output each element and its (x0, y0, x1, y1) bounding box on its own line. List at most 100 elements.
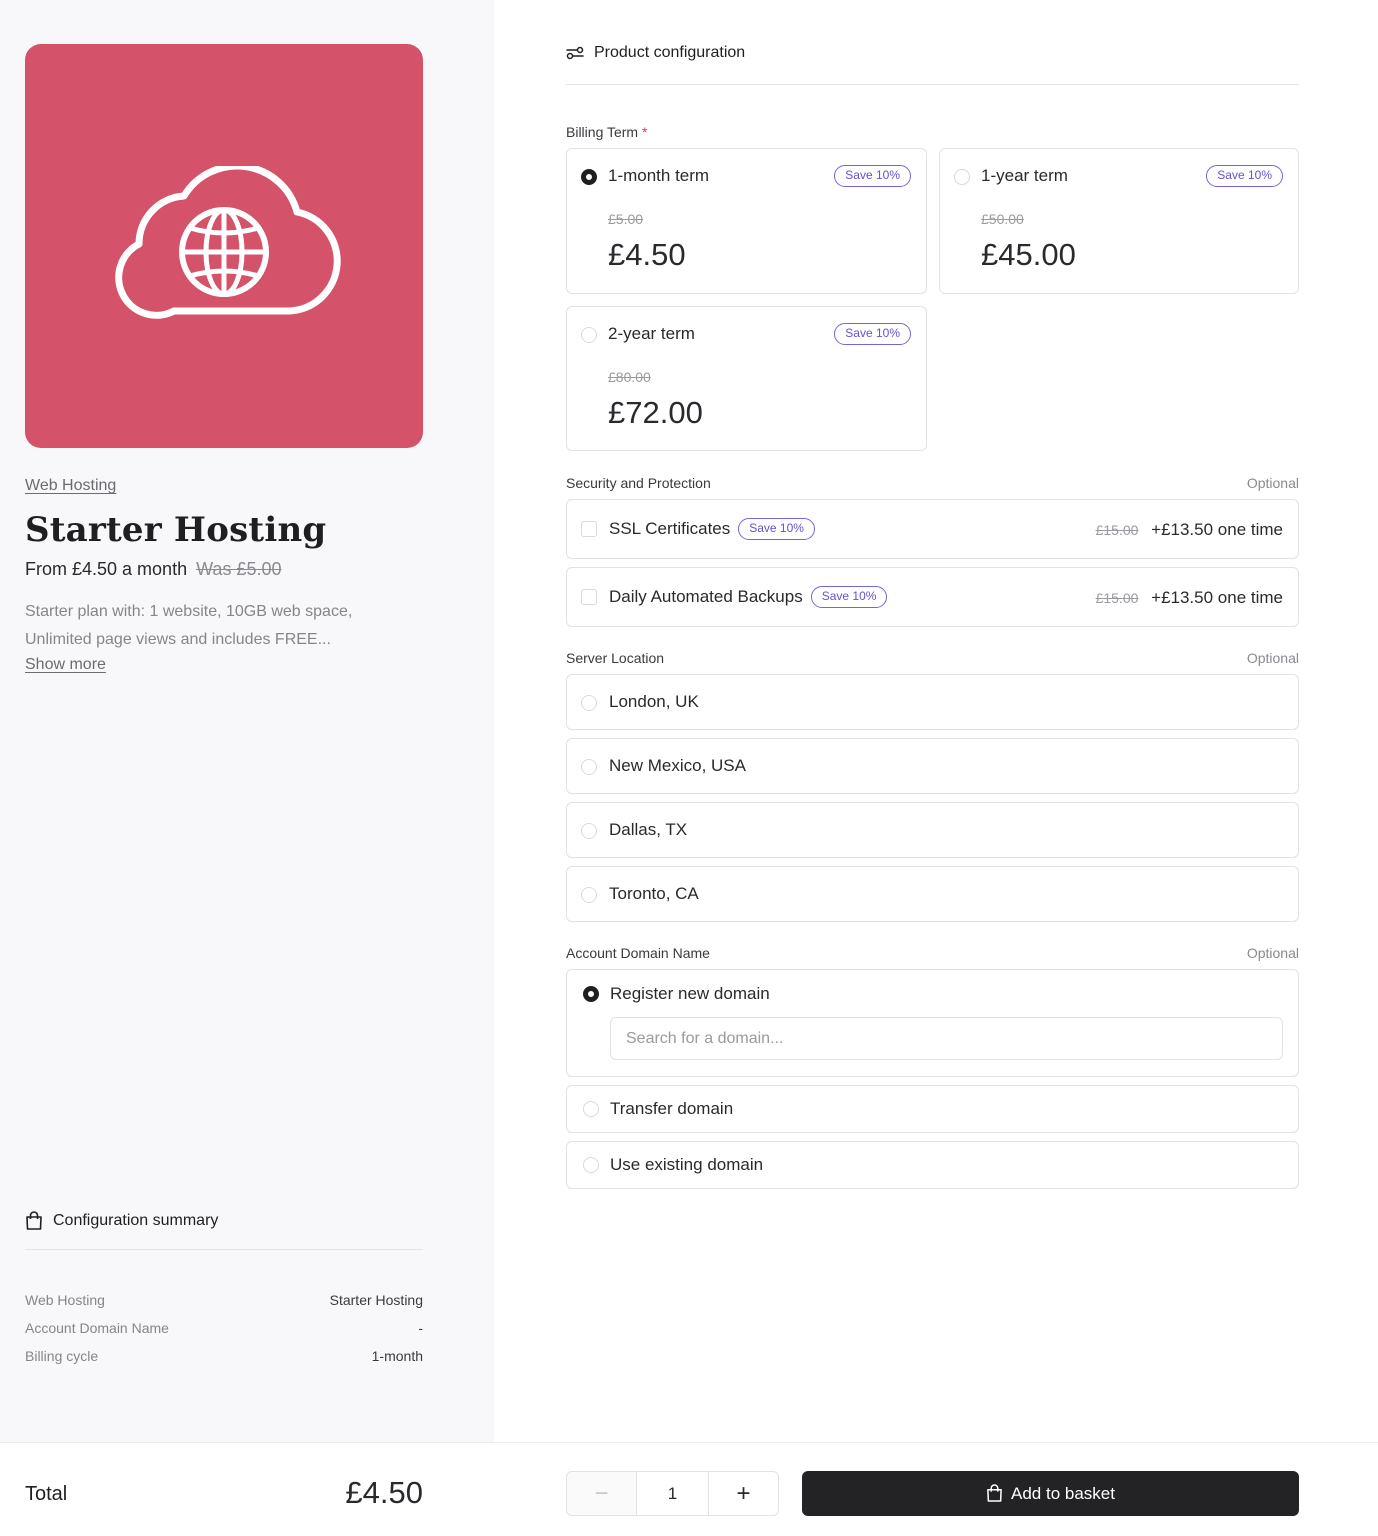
addon-price: £15.00 +£13.50 one time (1096, 588, 1283, 608)
addon-option[interactable]: Daily Automated Backups Save 10% £15.00 … (566, 567, 1299, 627)
summary-value: - (418, 1320, 423, 1336)
domain-search-input[interactable] (610, 1017, 1283, 1060)
term-price: £72.00 (608, 395, 703, 430)
billing-term-label-text: Billing Term (566, 124, 639, 140)
server-location-label: Server Location (566, 650, 665, 666)
increase-quantity-button[interactable]: + (708, 1472, 778, 1515)
billing-term-option[interactable]: 1-year term Save 10% £50.00 £45.00 (939, 148, 1299, 294)
checkbox[interactable] (581, 589, 597, 605)
radio-selected[interactable] (583, 986, 599, 1002)
summary-value: Starter Hosting (329, 1292, 423, 1308)
addon-name-text: SSL Certificates (609, 519, 731, 538)
product-from-price: From £4.50 a month Was £5.00 (25, 559, 282, 580)
required-mark: * (642, 124, 648, 140)
radio-selected[interactable] (581, 169, 597, 185)
domain-label: Account Domain Name (566, 945, 710, 961)
billing-term-option[interactable]: 2-year term Save 10% £80.00 £72.00 (566, 306, 927, 451)
addon-name: SSL Certificates Save 10% (609, 518, 815, 540)
cloud-globe-icon (115, 166, 341, 319)
divider (566, 84, 1299, 85)
addon-new-price: +£13.50 one time (1151, 520, 1283, 539)
term-old-price: £5.00 (608, 211, 644, 227)
location-option[interactable]: London, UK (566, 674, 1299, 730)
term-old-price: £50.00 (981, 211, 1024, 227)
term-name: 1-month term (608, 166, 710, 185)
addon-name-text: Daily Automated Backups (609, 587, 803, 606)
radio-unselected[interactable] (581, 823, 597, 839)
location-name: London, UK (609, 692, 699, 711)
radio-unselected[interactable] (581, 759, 597, 775)
summary-title: Configuration summary (53, 1212, 219, 1229)
configuration-title: Product configuration (594, 44, 746, 61)
addon-option[interactable]: SSL Certificates Save 10% £15.00 +£13.50… (566, 499, 1299, 559)
domain-option-transfer[interactable]: Transfer domain (566, 1085, 1299, 1133)
location-name: New Mexico, USA (609, 756, 746, 775)
register-domain-label: Register new domain (610, 984, 770, 1003)
radio-unselected[interactable] (954, 169, 970, 185)
product-image (25, 44, 423, 448)
save-badge: Save 10% (738, 518, 815, 540)
save-badge: Save 10% (810, 586, 888, 608)
save-badge: Save 10% (834, 165, 911, 187)
domain-option-existing[interactable]: Use existing domain (566, 1141, 1299, 1189)
term-old-price: £80.00 (608, 369, 651, 385)
summary-value: 1-month (371, 1348, 423, 1364)
shopping-bag-icon (987, 1484, 1002, 1502)
term-name: 1-year term (981, 166, 1068, 185)
optional-label: Optional (1246, 945, 1299, 961)
total-value: £4.50 (345, 1475, 423, 1510)
summary-row: Web Hosting Starter Hosting (25, 1292, 423, 1308)
existing-domain-label: Use existing domain (610, 1155, 764, 1174)
summary-key: Web Hosting (25, 1292, 105, 1308)
term-price: £4.50 (608, 237, 686, 272)
term-price: £45.00 (981, 237, 1076, 272)
summary-row: Billing cycle 1-month (25, 1348, 423, 1364)
sliders-icon (566, 46, 584, 60)
product-description: Starter plan with: 1 website, 10GB web s… (25, 603, 353, 648)
checkout-footer: Total £4.50 − 1 + Add to basket (0, 1442, 1378, 1536)
transfer-domain-label: Transfer domain (610, 1099, 734, 1118)
add-to-basket-label: Add to basket (1011, 1483, 1115, 1503)
add-to-basket-button[interactable]: Add to basket (802, 1471, 1299, 1516)
radio-unselected[interactable] (581, 327, 597, 343)
radio-unselected[interactable] (581, 887, 597, 903)
addon-new-price: +£13.50 one time (1151, 588, 1283, 607)
optional-label: Optional (1246, 650, 1299, 666)
quantity-stepper: − 1 + (566, 1471, 779, 1516)
was-price: Was £5.00 (196, 559, 282, 579)
save-badge: Save 10% (834, 323, 911, 345)
save-badge: Save 10% (1206, 165, 1283, 187)
summary-key: Account Domain Name (25, 1320, 169, 1336)
location-option[interactable]: Toronto, CA (566, 866, 1299, 922)
radio-unselected[interactable] (583, 1101, 599, 1117)
checkbox[interactable] (581, 521, 597, 537)
show-more-link[interactable]: Show more (25, 656, 106, 674)
product-panel: Web Hosting Starter Hosting From £4.50 a… (0, 0, 494, 1442)
location-option[interactable]: Dallas, TX (566, 802, 1299, 858)
from-price-text: From £4.50 a month (25, 559, 188, 579)
location-name: Dallas, TX (609, 820, 688, 839)
addon-old-price: £15.00 (1095, 522, 1139, 538)
billing-term-label: Billing Term * (566, 124, 647, 140)
breadcrumb-category[interactable]: Web Hosting (25, 477, 116, 495)
addon-old-price: £15.00 (1095, 590, 1139, 606)
addon-name: Daily Automated Backups Save 10% (609, 586, 888, 608)
security-label: Security and Protection (566, 475, 711, 491)
domain-option-register[interactable]: Register new domain (566, 969, 1299, 1077)
radio-unselected[interactable] (581, 695, 597, 711)
configuration-summary-header: Configuration summary (25, 1211, 218, 1231)
quantity-value[interactable]: 1 (637, 1472, 708, 1515)
product-title: Starter Hosting (25, 510, 327, 550)
radio-unselected[interactable] (583, 1157, 599, 1173)
product-configuration-header: Product configuration (566, 44, 745, 62)
term-name: 2-year term (608, 324, 695, 343)
billing-term-option[interactable]: 1-month term Save 10% £5.00 £4.50 (566, 148, 927, 294)
decrease-quantity-button[interactable]: − (567, 1472, 637, 1515)
total-label: Total (25, 1483, 68, 1505)
location-option[interactable]: New Mexico, USA (566, 738, 1299, 794)
shopping-bag-icon (26, 1211, 42, 1230)
summary-row: Account Domain Name - (25, 1320, 423, 1336)
addon-price: £15.00 +£13.50 one time (1096, 520, 1283, 540)
summary-key: Billing cycle (25, 1348, 99, 1364)
optional-label: Optional (1246, 475, 1299, 491)
